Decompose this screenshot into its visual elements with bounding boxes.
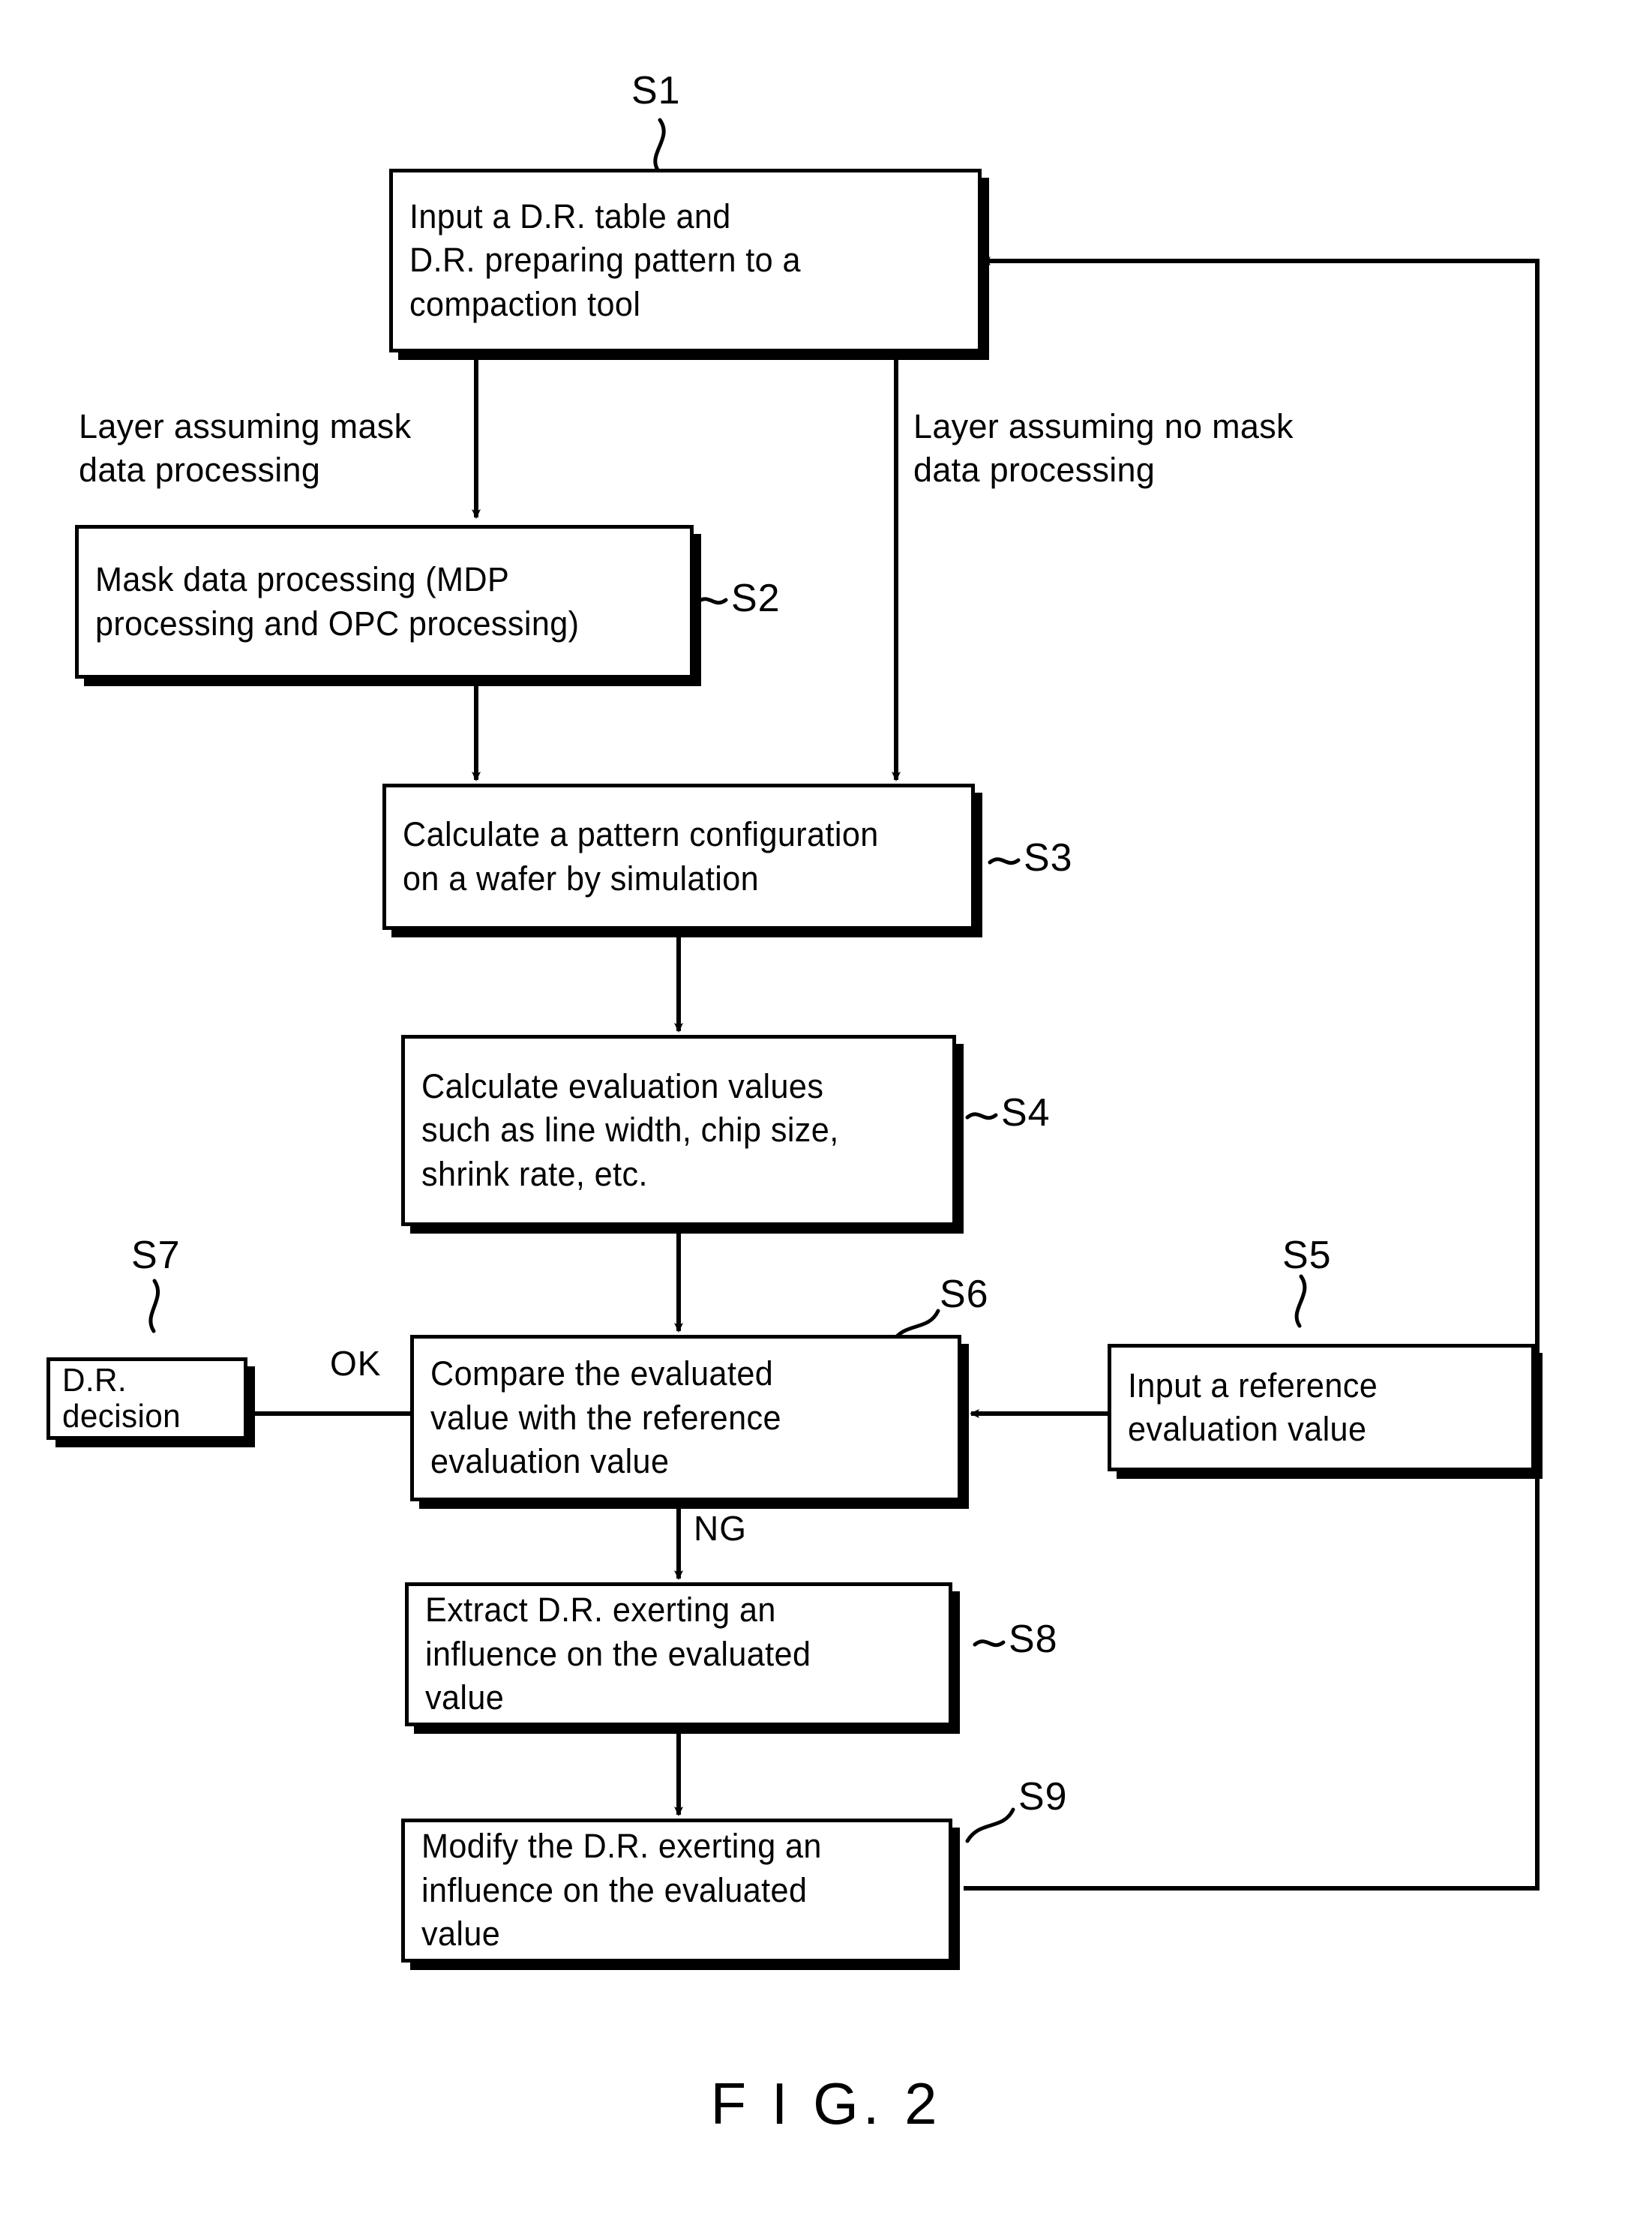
process-box-s4[interactable]: Calculate evaluation values such as line… [401,1035,956,1226]
process-box-s2[interactable]: Mask data processing (MDP processing and… [75,525,694,679]
process-box-s7[interactable]: D.R. decision [46,1357,247,1440]
step-label-s7: S7 [131,1234,181,1277]
process-box-s9[interactable]: Modify the D.R. exerting an influence on… [401,1819,952,1963]
process-box-s6-text: Compare the evaluated value with the ref… [430,1354,781,1481]
process-box-s9-text: Modify the D.R. exerting an influence on… [421,1827,822,1954]
process-box-s6[interactable]: Compare the evaluated value with the ref… [410,1335,961,1501]
leader-s7 [148,1279,160,1333]
step-label-s5: S5 [1282,1234,1332,1277]
step-label-s9: S9 [1018,1775,1068,1819]
leader-s9 [965,1807,1015,1843]
annotation-layer-assuming-no-mask: Layer assuming no mask data processing [913,407,1294,489]
leader-s4 [965,1112,998,1120]
process-box-s8-text: Extract D.R. exerting an influence on th… [425,1591,811,1717]
process-box-s2-text: Mask data processing (MDP processing and… [95,560,580,643]
process-box-s1[interactable]: Input a D.R. table and D.R. preparing pa… [389,169,982,352]
process-box-s7-text: D.R. decision [62,1361,181,1435]
leader-s8 [973,1639,1006,1648]
figure-caption: F I G. 2 [710,2071,942,2137]
leader-s1 [653,118,666,173]
leader-s2 [695,597,728,605]
step-label-s1: S1 [631,69,681,112]
branch-flag-ng: NG [694,1509,747,1548]
step-label-s2: S2 [731,577,781,620]
process-box-s3[interactable]: Calculate a pattern configuration on a w… [382,784,975,930]
step-label-s3: S3 [1024,836,1073,880]
step-label-s6: S6 [940,1273,989,1316]
step-label-s8: S8 [1009,1618,1058,1661]
process-box-s8[interactable]: Extract D.R. exerting an influence on th… [405,1582,952,1726]
figure-canvas: Input a D.R. table and D.R. preparing pa… [0,0,1652,2216]
process-box-s3-text: Calculate a pattern configuration on a w… [403,815,879,898]
branch-flag-ok: OK [330,1344,382,1383]
process-box-s4-text: Calculate evaluation values such as line… [421,1066,839,1193]
process-box-s1-text: Input a D.R. table and D.R. preparing pa… [409,196,801,323]
annotation-layer-assuming-mask: Layer assuming mask data processing [79,407,412,489]
leader-s5 [1294,1274,1307,1328]
process-box-s5-text: Input a reference evaluation value [1128,1366,1378,1449]
step-label-s4: S4 [1001,1091,1051,1135]
leader-s3 [988,857,1021,865]
process-box-s5[interactable]: Input a reference evaluation value [1108,1344,1535,1471]
